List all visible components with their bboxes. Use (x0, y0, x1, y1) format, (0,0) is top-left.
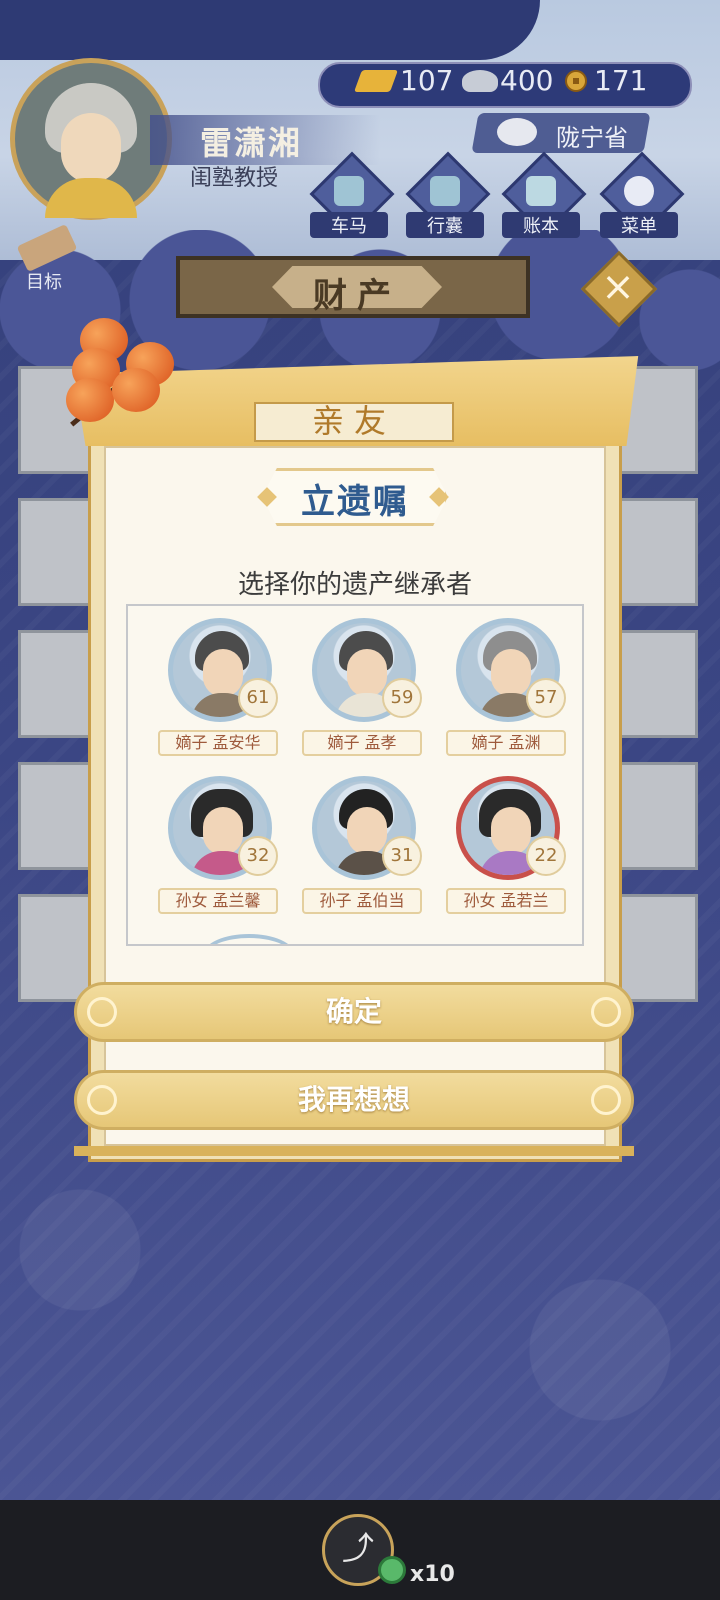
heir-label: 嫡子 孟渊 (446, 730, 566, 756)
bg-item-tile (618, 498, 698, 606)
portrait-face (203, 807, 243, 855)
player-title: 闺塾教授 (190, 166, 279, 191)
share-reward-count: x10 (410, 1562, 455, 1587)
bg-item-tile (618, 894, 698, 1002)
heir-card[interactable]: 31 孙子 孟伯当 (294, 768, 434, 918)
coin-count: 171 (594, 64, 648, 97)
portrait-face (347, 807, 387, 855)
scroll-icon (16, 223, 78, 273)
heir-card[interactable]: 57 嫡子 孟渊 (438, 610, 578, 760)
cancel-button[interactable]: 我再想想 (74, 1070, 634, 1130)
ornament-icon (87, 997, 117, 1027)
property-title: 财产 (313, 276, 401, 316)
silver-count: 400 (500, 64, 554, 97)
heir-age-badge: 32 (238, 836, 278, 876)
persimmon-icon (112, 368, 160, 412)
heir-card[interactable]: 61 嫡子 孟安华 (150, 610, 290, 760)
portrait-face (347, 649, 387, 697)
heir-card-selected[interactable]: 22 孙女 孟若兰 (438, 768, 578, 918)
ornament-icon (591, 997, 621, 1027)
ledger-icon (526, 176, 556, 206)
heir-label: 孙女 孟若兰 (446, 888, 566, 914)
bag-icon (430, 176, 460, 206)
more-icon (624, 176, 654, 206)
avatar-face (61, 113, 121, 183)
dialog-bottom-rail (74, 1146, 634, 1156)
dialog-header-title: 亲友 (311, 402, 396, 440)
gold-count: 107 (400, 64, 454, 97)
ornament-icon (591, 1085, 621, 1115)
silver-ingot-icon (462, 70, 498, 92)
menu-label: 车马 (310, 212, 388, 238)
close-icon: × (601, 264, 635, 310)
bg-item-tile (618, 762, 698, 870)
portrait-face (203, 649, 243, 697)
heir-age-badge: 61 (238, 678, 278, 718)
bg-item-tile (18, 762, 98, 870)
player-name: 雷潇湘 (200, 124, 303, 162)
menu-label: 菜单 (600, 212, 678, 238)
bg-item-tile (18, 630, 98, 738)
menu-button-ledger[interactable]: 账本 (501, 151, 587, 238)
bg-item-tile (18, 498, 98, 606)
bg-item-tile (618, 630, 698, 738)
heir-card[interactable]: 32 孙女 孟兰馨 (150, 768, 290, 918)
property-banner: 财产 (176, 256, 530, 318)
cancel-label: 我再想想 (297, 1083, 410, 1116)
persimmon-icon (66, 378, 114, 422)
menu-button-carriage[interactable]: 车马 (309, 151, 395, 238)
dialog-title: 立遗嘱 (301, 482, 409, 522)
heir-age-badge: 57 (526, 678, 566, 718)
portrait-face (491, 807, 531, 855)
carriage-icon (334, 176, 364, 206)
menu-label: 账本 (502, 212, 580, 238)
jade-token-icon (378, 1556, 406, 1584)
copper-coin-icon (565, 70, 587, 92)
bg-item-tile (18, 894, 98, 1002)
dialog-subtitle: 选择你的遗产继承者 (237, 570, 472, 600)
heir-portrait-partial[interactable] (204, 934, 294, 944)
menu-label: 行囊 (406, 212, 484, 238)
heir-age-badge: 59 (382, 678, 422, 718)
heir-grid[interactable]: 61 嫡子 孟安华 59 嫡子 孟孝 57 嫡子 孟渊 32 孙女 孟兰馨 31… (126, 604, 584, 946)
location-name: 陇宁省 (556, 124, 628, 152)
goal-label: 目标 (26, 272, 62, 293)
heir-label: 孙子 孟伯当 (302, 888, 422, 914)
share-icon: ⤴ (341, 1529, 374, 1567)
player-avatar[interactable] (10, 58, 172, 220)
avatar-robe (45, 178, 137, 218)
menu-button-more[interactable]: 菜单 (599, 151, 685, 238)
decor-swirl (0, 0, 540, 60)
heir-label: 嫡子 孟安华 (158, 730, 278, 756)
portrait-face (491, 649, 531, 697)
confirm-button[interactable]: 确定 (74, 982, 634, 1042)
ornament-icon (87, 1085, 117, 1115)
heir-label: 孙女 孟兰馨 (158, 888, 278, 914)
confirm-label: 确定 (325, 995, 382, 1028)
menu-button-bag[interactable]: 行囊 (405, 151, 491, 238)
goal-button[interactable]: 目标 (12, 223, 82, 293)
heir-label: 嫡子 孟孝 (302, 730, 422, 756)
heir-card[interactable]: 59 嫡子 孟孝 (294, 610, 434, 760)
heir-age-badge: 22 (526, 836, 566, 876)
map-icon (497, 118, 537, 146)
heir-age-badge: 31 (382, 836, 422, 876)
